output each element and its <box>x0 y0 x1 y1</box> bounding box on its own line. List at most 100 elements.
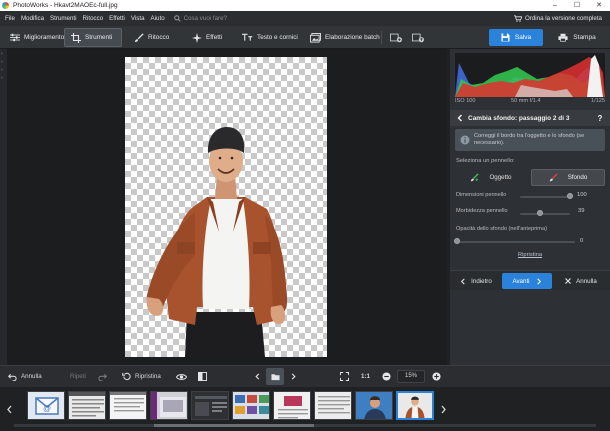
preview-toggle[interactable] <box>176 368 191 385</box>
thumbnail[interactable] <box>314 391 352 420</box>
import-photos-button[interactable] <box>388 30 403 45</box>
close-icon[interactable]: ✕ <box>588 0 610 11</box>
buy-full-version-button[interactable]: Ordina la versione completa <box>513 11 602 26</box>
canvas-area[interactable] <box>7 49 447 365</box>
export-photo-icon <box>411 33 424 43</box>
save-icon <box>501 33 510 42</box>
help-icon[interactable]: ? <box>596 114 604 122</box>
menu-file[interactable]: File <box>2 15 18 22</box>
tab-enhance[interactable]: Miglioramento <box>4 28 70 47</box>
filmstrip-next-button[interactable] <box>437 395 449 423</box>
undo-button[interactable]: Annulla <box>8 368 42 385</box>
expand-arrow-icon[interactable]: › <box>1 59 3 65</box>
export-photos-button[interactable] <box>410 30 425 45</box>
menu-retouch[interactable]: Ritocco <box>80 15 107 22</box>
tab-batch-label: Elaborazione batch <box>325 34 380 41</box>
thumbnail[interactable] <box>68 391 106 420</box>
tab-retouch[interactable]: Ritocco <box>128 28 175 47</box>
left-collapse-strip[interactable]: › › › › <box>0 49 7 365</box>
actual-size-button[interactable]: 1:1 <box>361 368 370 385</box>
tab-batch[interactable]: Elaborazione batch <box>304 28 386 47</box>
tab-tools[interactable]: Strumenti <box>64 28 122 47</box>
next-label: Avanti <box>512 277 530 285</box>
brush-size-slider-thumb[interactable] <box>567 193 573 199</box>
brush-size-label: Dimensioni pennello <box>456 192 507 198</box>
brush-softness-value: 39 <box>578 208 585 214</box>
object-brush-label: Oggetto <box>489 174 512 181</box>
object-brush-button[interactable]: Oggetto <box>455 169 527 186</box>
tab-text-frames[interactable]: Testo e cornici <box>236 28 304 47</box>
next-photo-button[interactable] <box>284 368 302 385</box>
bg-opacity-slider-track[interactable] <box>457 241 575 243</box>
save-button[interactable]: Salva <box>489 29 543 46</box>
expand-arrow-icon[interactable]: › <box>1 51 3 57</box>
print-label: Stampa <box>573 34 596 41</box>
add-photo-icon <box>389 33 402 43</box>
compare-button[interactable] <box>198 368 211 385</box>
back-button[interactable]: Indietro <box>454 273 498 289</box>
photo-canvas[interactable] <box>125 57 327 357</box>
expand-arrow-icon[interactable]: › <box>1 75 3 81</box>
menu-view[interactable]: Vista <box>128 15 148 22</box>
thumbnail[interactable] <box>150 391 188 420</box>
redo-button[interactable]: Ripeti <box>70 368 111 385</box>
thumbnail[interactable] <box>232 391 270 420</box>
filmstrip-prev-button[interactable] <box>3 395 15 423</box>
bg-opacity-value: 0 <box>580 238 584 244</box>
menu-edit[interactable]: Modifica <box>18 15 47 22</box>
brush-icon <box>134 32 144 42</box>
document-thumbnail <box>278 396 308 419</box>
app-logo-icon <box>2 2 9 9</box>
printer-icon <box>558 33 568 42</box>
expand-arrow-icon[interactable]: › <box>1 67 3 73</box>
print-button[interactable]: Stampa <box>550 29 604 46</box>
background-brush-button[interactable]: Sfondo <box>531 169 605 186</box>
filmstrip-scrollbar[interactable] <box>14 424 596 427</box>
restore-button[interactable]: Ripristina <box>122 368 161 385</box>
fit-to-screen-button[interactable] <box>340 368 353 385</box>
tab-effects[interactable]: Effetti <box>186 28 228 47</box>
folder-button[interactable] <box>266 368 284 385</box>
background-brush-label: Sfondo <box>567 174 588 181</box>
zoom-level[interactable]: 15% <box>397 370 425 383</box>
film-strip: @ <box>0 387 610 431</box>
bg-opacity-label: Opacità dello sfondo (nell'anteprima) <box>456 226 547 232</box>
brush-size-slider-track[interactable] <box>520 196 570 198</box>
toolbar-divider <box>381 31 382 44</box>
thumbnail[interactable] <box>355 391 393 420</box>
thumbnail[interactable] <box>191 391 229 420</box>
back-chevron-icon[interactable] <box>456 114 464 122</box>
background-brush-icon <box>549 173 558 182</box>
bg-opacity-slider-thumb[interactable] <box>454 238 460 244</box>
menu-help[interactable]: Aiuto <box>148 15 168 22</box>
main-toolbar: Miglioramento Strumenti Ritocco Effetti … <box>0 26 610 49</box>
thumbnail[interactable] <box>273 391 311 420</box>
brush-softness-slider-thumb[interactable] <box>536 210 543 216</box>
menu-effects[interactable]: Effetti <box>106 15 128 22</box>
reset-link[interactable]: Ripristina <box>450 252 610 258</box>
exif-focal: 50 mm f/1.4 <box>511 98 541 104</box>
svg-text:?: ? <box>598 114 603 122</box>
right-panel: ISO 100 50 mm f/1.4 1/125 Cambia sfondo:… <box>450 49 610 365</box>
thumbnail[interactable]: @ <box>27 391 65 420</box>
next-button[interactable]: Avanti <box>502 273 552 289</box>
menu-tools[interactable]: Strumenti <box>47 15 79 22</box>
zoom-in-button[interactable] <box>432 368 445 385</box>
zoom-out-button[interactable] <box>382 368 395 385</box>
minimize-icon[interactable]: – <box>544 0 566 11</box>
previous-photo-button[interactable] <box>248 368 266 385</box>
cancel-button[interactable]: Annulla <box>556 273 606 289</box>
menu-bar: File Modifica Strumenti Ritocco Effetti … <box>0 11 610 26</box>
svg-text:@: @ <box>43 404 51 413</box>
sparkle-icon <box>192 32 202 43</box>
brush-softness-slider-track[interactable] <box>520 213 570 215</box>
maximize-icon[interactable]: ☐ <box>566 0 588 11</box>
thumbnail-selected[interactable] <box>396 391 434 420</box>
exif-shutter: 1/125 <box>591 98 605 104</box>
restore-icon <box>122 372 131 381</box>
search-input[interactable]: Cosa vuoi fare? <box>173 15 227 22</box>
eye-icon <box>176 373 187 380</box>
close-x-icon <box>565 278 572 284</box>
thumbnail[interactable] <box>109 391 147 420</box>
filmstrip-scroll-thumb[interactable] <box>154 424 314 427</box>
